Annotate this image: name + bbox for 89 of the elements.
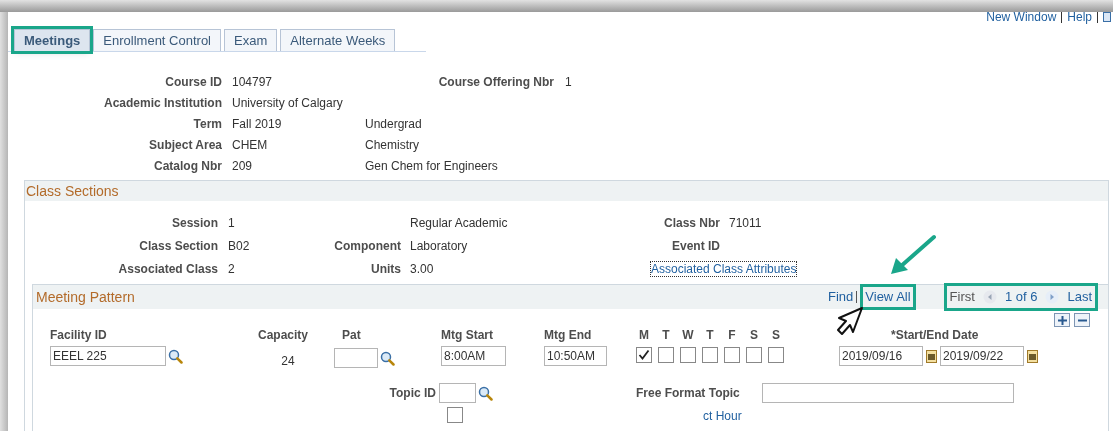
last-link[interactable]: Last	[1067, 287, 1092, 307]
hours-link[interactable]: ct Hour	[703, 410, 742, 423]
first-label: First	[949, 288, 975, 307]
header-link[interactable]: New Window	[986, 11, 1057, 23]
calendar-icon[interactable]	[1027, 349, 1038, 363]
field-label: M	[639, 327, 649, 344]
tab[interactable]: Enrollment Control	[93, 29, 221, 51]
field-value: 2	[228, 261, 236, 277]
field-label: Component	[333, 238, 402, 254]
field-value: Laboratory	[410, 238, 469, 254]
field-label: S	[750, 327, 758, 344]
field-value: Chemistry	[365, 137, 419, 153]
checkbox[interactable]	[702, 347, 718, 363]
field-label: F	[728, 327, 736, 344]
field-label: T	[662, 327, 670, 344]
attributes-link[interactable]: Associated Class Attributes	[650, 261, 798, 277]
tab[interactable]: Exam	[224, 29, 278, 51]
field-label: Session	[170, 215, 219, 231]
topic-field[interactable]	[439, 383, 476, 403]
field-label: Units	[370, 261, 402, 277]
section-title: Meeting Pattern	[36, 287, 136, 307]
field-value: CHEM	[232, 137, 269, 153]
field-value: 1	[565, 74, 572, 90]
field-label: W	[682, 327, 694, 344]
next-icon[interactable]	[1045, 290, 1060, 304]
previous-icon[interactable]	[982, 290, 997, 304]
field-value: 71011	[729, 215, 762, 231]
checkbox[interactable]	[636, 347, 652, 363]
field-value: 1	[228, 215, 236, 231]
field-value: Undergrad	[365, 116, 422, 132]
field-label: Course ID	[164, 74, 223, 90]
field-label: Pat	[341, 327, 362, 344]
field-label: T	[706, 327, 714, 344]
end-time-field[interactable]: 10:50AM	[544, 346, 607, 366]
page-counter: 1 of 6	[1004, 288, 1038, 307]
field-label: Event ID	[671, 238, 721, 254]
field-label: Catalog Nbr	[153, 158, 223, 174]
arrow-icon	[888, 234, 938, 276]
checkbox[interactable]	[658, 347, 674, 363]
field-label: Capacity	[258, 327, 308, 344]
field-value: B02	[228, 238, 251, 254]
field-label: Course Offering Nbr	[437, 74, 555, 90]
start-time-field[interactable]: 8:00AM	[441, 346, 506, 366]
field-value: Regular Academic	[410, 215, 509, 231]
field-label: Subject Area	[148, 137, 223, 153]
field-value: 104797	[232, 74, 274, 90]
checkbox[interactable]	[447, 407, 463, 423]
pattern-field[interactable]	[334, 348, 378, 368]
find-link[interactable]: Find	[828, 287, 854, 307]
cursor-icon	[835, 306, 865, 336]
field-label: Academic Institution	[103, 95, 223, 111]
field-label: Mtg Start	[441, 327, 494, 344]
field-value: 24	[281, 353, 295, 370]
free-format-topic-field[interactable]	[762, 383, 1014, 403]
section-title: Class Sections	[26, 181, 119, 201]
tab[interactable]: Meetings	[14, 29, 91, 51]
search-icon[interactable]	[478, 385, 493, 401]
field-label: Mtg End	[544, 327, 593, 344]
tab[interactable]: Alternate Weeks	[280, 29, 396, 51]
field-label: Class Section	[138, 238, 219, 254]
field-label: Free Format Topic	[636, 385, 741, 402]
field-value: 3.00	[410, 261, 435, 277]
checkbox[interactable]	[724, 347, 740, 363]
field-label: Class Nbr	[662, 215, 721, 231]
search-icon[interactable]	[168, 348, 183, 364]
grid-icon[interactable]	[1103, 12, 1111, 22]
field-label: Topic ID	[388, 385, 437, 402]
calendar-icon[interactable]	[926, 349, 937, 363]
end-date-field[interactable]: 2019/09/22	[940, 346, 1024, 366]
header-link[interactable]: Help	[1067, 11, 1092, 23]
field-label: Associated Class	[117, 261, 219, 277]
field-value: 209	[232, 158, 254, 174]
field-value: University of Calgary	[232, 95, 344, 111]
add-row-button[interactable]	[1054, 313, 1070, 327]
field-label: Facility ID	[50, 327, 108, 344]
field-label: *Start/End Date	[890, 327, 980, 344]
plus-icon	[1057, 315, 1067, 325]
field-value: Gen Chem for Engineers	[365, 158, 498, 174]
field-label: Term	[192, 116, 223, 132]
checkbox[interactable]	[768, 347, 784, 363]
start-date-field[interactable]: 2019/09/16	[839, 346, 923, 366]
search-icon[interactable]	[380, 350, 395, 366]
delete-row-button[interactable]	[1074, 313, 1090, 327]
checkbox[interactable]	[680, 347, 696, 363]
facility-field[interactable]: EEEL 225	[50, 346, 166, 366]
view-all-link[interactable]: View All	[860, 284, 916, 310]
checkbox[interactable]	[746, 347, 762, 363]
field-value: Fall 2019	[232, 116, 283, 132]
field-label: S	[772, 327, 780, 344]
